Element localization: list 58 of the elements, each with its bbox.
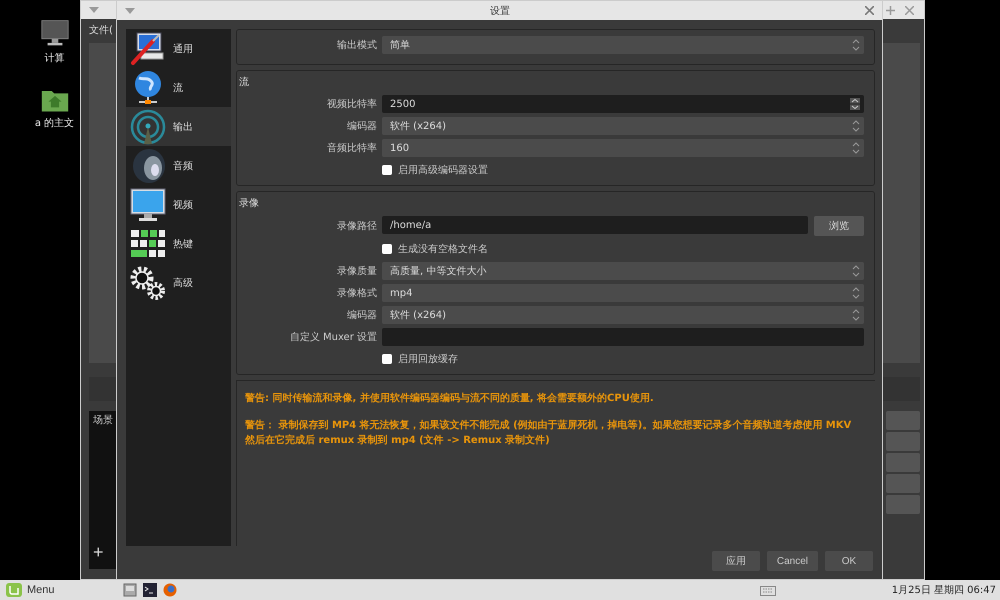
monitor-icon[interactable]	[40, 18, 68, 48]
field-label: 自定义 Muxer 设置	[288, 330, 377, 344]
desktop-icon[interactable]	[122, 583, 137, 597]
group-title: 录像	[238, 197, 260, 210]
field-label: 录像质量	[336, 264, 377, 278]
antenna-icon	[129, 108, 167, 144]
browser-icon[interactable]	[162, 583, 177, 597]
field-label: 编码器	[346, 308, 377, 322]
sidebar-item[interactable]: 高级	[126, 263, 231, 302]
warning-text: 警告： 录制保存到 MP4 将无法恢复，如果该文件不能完成 (例如由于蓝屏死机，掉电等)。如果您想要记录多个音频轨道考虑使用 MKV 然后在它完成后 remux 录制到 mp4 (文件 -> Remux 录制文件)	[245, 418, 852, 448]
clock[interactable]: 1月25日 星期四 06:47	[892, 583, 996, 597]
sidebar-item[interactable]: 音频	[126, 146, 231, 185]
combo-box[interactable]: 高质量, 中等文件大小	[382, 262, 864, 280]
warning-text: 警告: 同时传输流和录像, 并使用软件编码器编码与流不同的质量, 将会需要额外的CPU使用.	[245, 391, 655, 406]
maximize-icon[interactable]	[886, 6, 895, 14]
terminal-icon[interactable]	[142, 583, 157, 597]
dialog-button[interactable]: 应用	[712, 551, 760, 571]
field-label: 视频比特率	[326, 98, 377, 111]
panel-title: 场景	[93, 414, 114, 427]
keyboard-icon[interactable]	[760, 584, 776, 596]
sidebar-item[interactable]: 输出	[126, 107, 231, 146]
window-title: 设置	[490, 4, 510, 18]
gears-icon	[129, 264, 167, 300]
combo-box[interactable]: mp4	[382, 284, 864, 302]
field-label: 录像格式	[336, 286, 377, 300]
combo-box[interactable]: 软件 (x264)	[382, 117, 864, 135]
combo-box[interactable]: 160	[382, 139, 864, 157]
combo-box[interactable]: 简单	[382, 36, 864, 54]
menu-button[interactable]: Menu	[4, 583, 57, 597]
combo-box[interactable]: 软件 (x264)	[382, 306, 864, 324]
checkbox[interactable]: 启用高级编码器设置	[382, 161, 864, 179]
menu-caret-icon[interactable]	[89, 7, 99, 13]
checkbox[interactable]: 生成没有空格文件名	[382, 240, 864, 258]
sidebar-item[interactable]: 流	[126, 68, 231, 107]
dialog-button[interactable]: Cancel	[766, 551, 818, 571]
field-label: 编码器	[346, 120, 377, 133]
close-icon[interactable]	[905, 6, 914, 14]
menu-caret-icon[interactable]	[125, 8, 135, 14]
monitor-icon	[129, 186, 167, 222]
field-label: 录像路径	[336, 220, 377, 233]
checkbox[interactable]: 启用回放缓存	[382, 350, 864, 368]
sidebar-item[interactable]: 热键	[126, 224, 231, 263]
add-button[interactable]: +	[93, 542, 113, 563]
field-label: 输出模式	[336, 38, 377, 52]
desktop-icon-label[interactable]: 计算	[44, 51, 64, 65]
group-title: 流	[238, 76, 250, 89]
dialog-button[interactable]: OK	[825, 551, 873, 571]
sidebar-item[interactable]: 视频	[126, 185, 231, 224]
desktop-icon-label[interactable]: a 的主文	[34, 116, 74, 130]
sidebar-item[interactable]: 通用	[126, 29, 231, 68]
browse-button[interactable]: 浏览	[814, 216, 864, 236]
menu-item[interactable]: 文件(	[89, 23, 113, 39]
close-icon[interactable]	[865, 6, 874, 15]
mint-logo-icon	[6, 583, 22, 597]
input-field[interactable]	[382, 328, 864, 346]
field-label: 音频比特率	[326, 142, 377, 155]
path-field[interactable]: /home/a	[382, 216, 808, 234]
spin-box[interactable]: 2500	[382, 95, 864, 113]
